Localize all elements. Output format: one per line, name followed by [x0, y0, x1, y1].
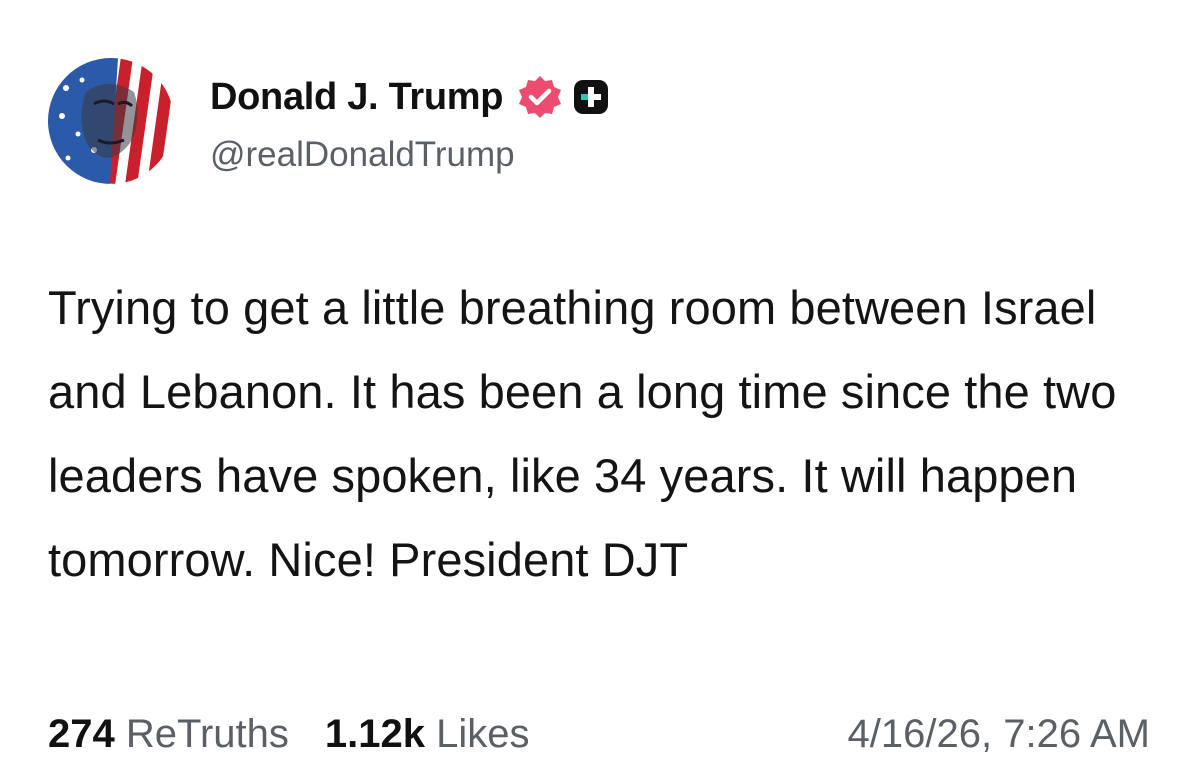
- likes-count: 1.12k: [324, 711, 425, 756]
- retruths-count: 274: [48, 711, 115, 756]
- post-text: Trying to get a little breathing room be…: [48, 281, 1117, 586]
- post-card: Donald J. Trump @realDonaldTrump Trying …: [0, 0, 1200, 782]
- verified-badge-icon: [517, 74, 563, 120]
- avatar-flag-portrait-icon: [48, 58, 174, 184]
- author-identity: Donald J. Trump @realDonaldTrump: [210, 67, 609, 175]
- post-header: Donald J. Trump @realDonaldTrump: [48, 58, 609, 184]
- likes-stat[interactable]: 1.12k Likes: [325, 712, 530, 757]
- likes-label: Likes: [436, 711, 530, 756]
- author-handle[interactable]: @realDonaldTrump: [210, 135, 609, 175]
- avatar[interactable]: [48, 58, 174, 184]
- post-footer: 274 ReTruths 1.12k Likes 4/16/26, 7:26 A…: [48, 704, 1150, 764]
- retruths-stat[interactable]: 274 ReTruths: [48, 712, 289, 757]
- retruths-label: ReTruths: [125, 711, 289, 756]
- plus-badge-icon: [573, 79, 609, 115]
- post-timestamp: 4/16/26, 7:26 AM: [847, 711, 1150, 756]
- name-row: Donald J. Trump: [210, 67, 609, 127]
- author-display-name[interactable]: Donald J. Trump: [210, 76, 504, 119]
